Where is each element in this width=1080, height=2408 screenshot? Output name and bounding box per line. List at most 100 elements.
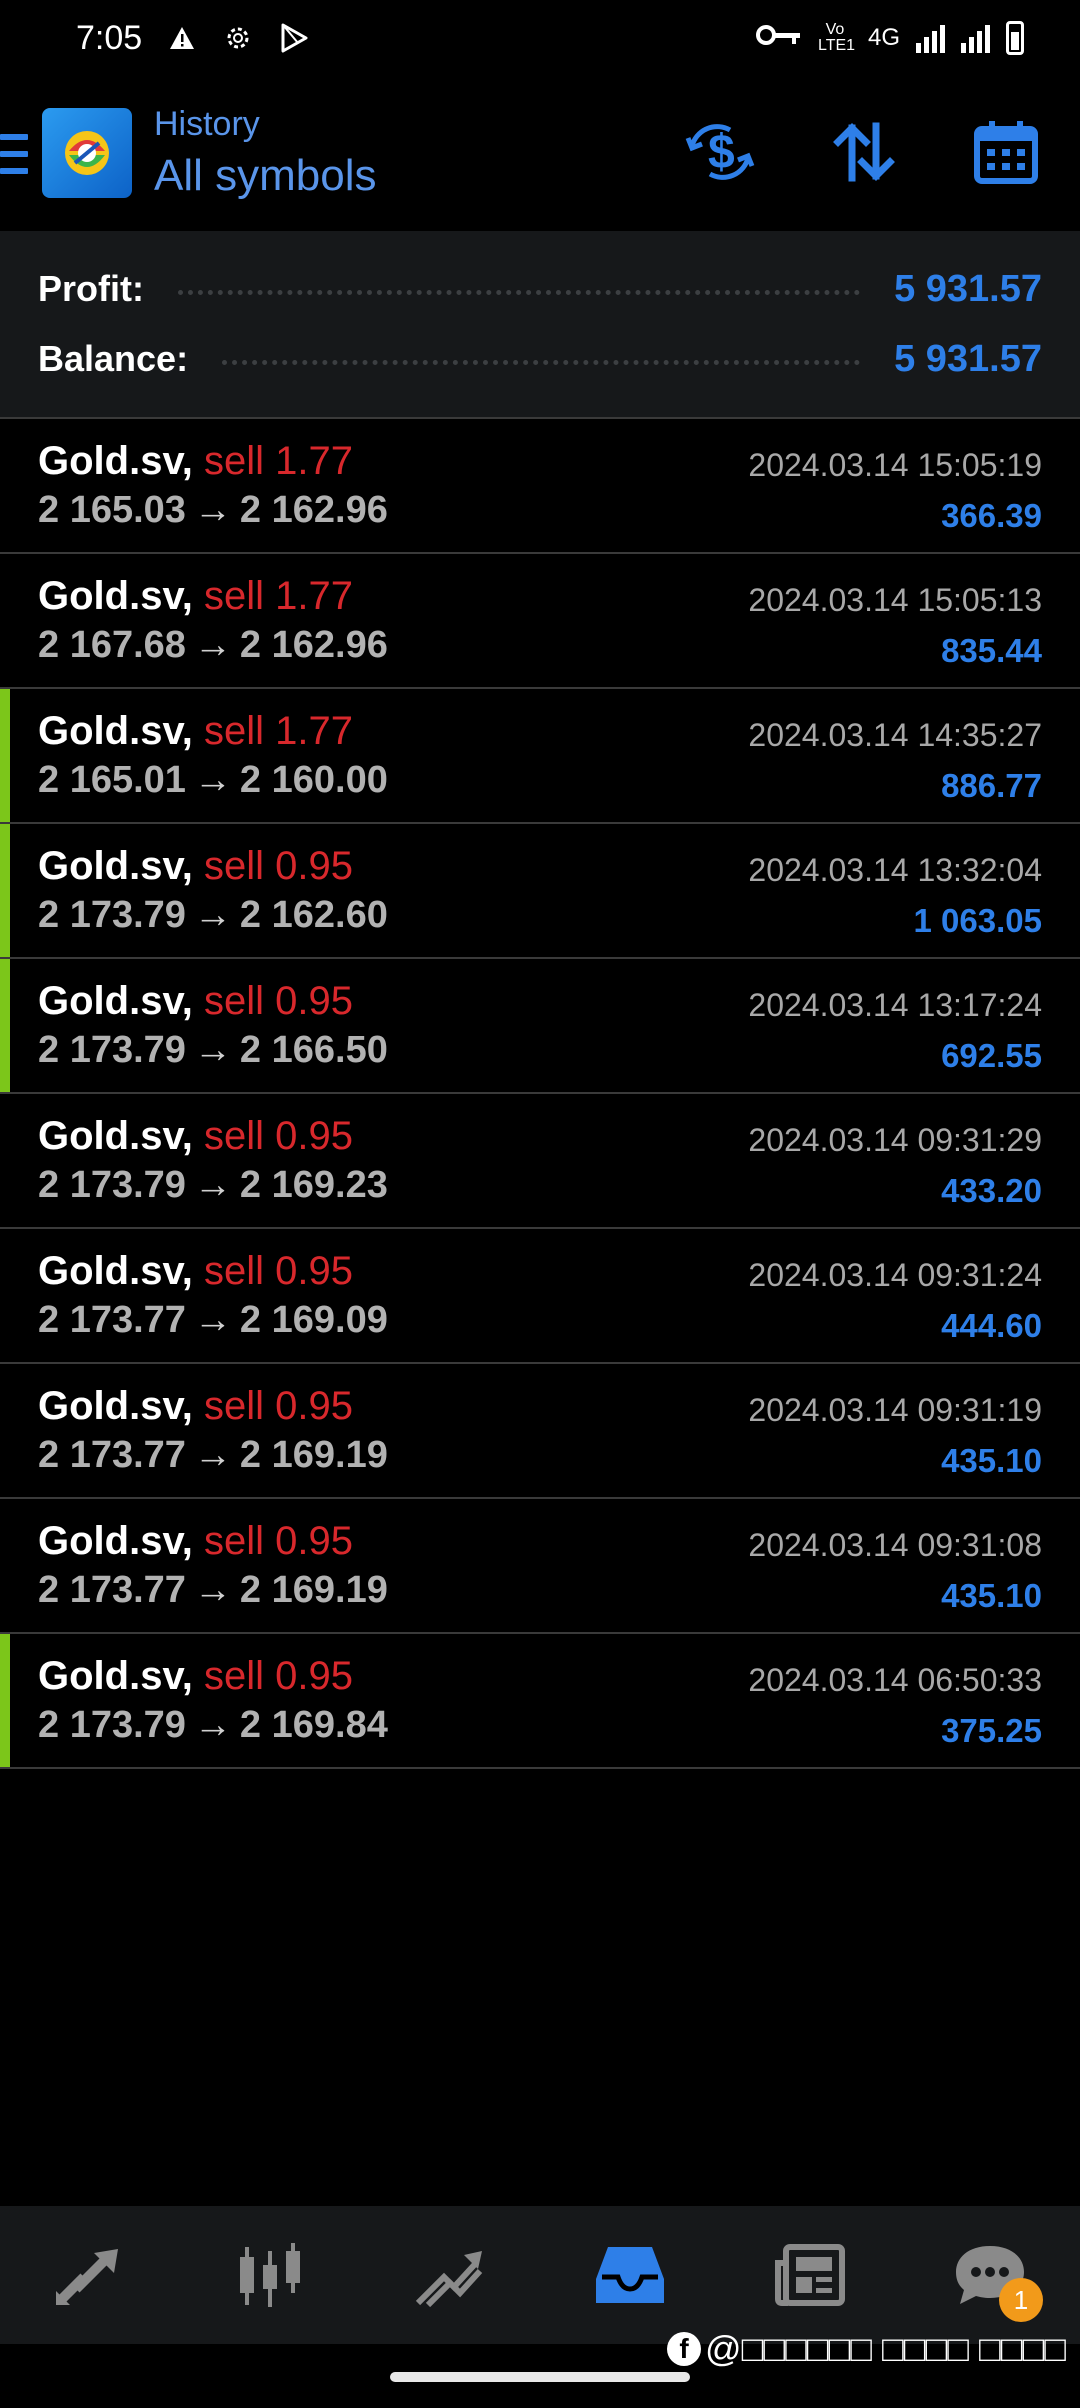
open-price: 2 173.79 bbox=[38, 1704, 186, 1746]
vpn-key-icon bbox=[755, 24, 802, 53]
header-titles: History All symbols bbox=[154, 102, 377, 206]
quotes-icon[interactable] bbox=[35, 2220, 145, 2330]
deal-symbol: Gold.sv, bbox=[38, 1519, 193, 1563]
deal-type: sell 0.95 bbox=[203, 844, 353, 888]
close-price: 2 160.00 bbox=[239, 759, 388, 801]
deal-profit: 692.55 bbox=[941, 1037, 1042, 1074]
battery-icon bbox=[1006, 21, 1024, 55]
open-price: 2 167.68 bbox=[38, 624, 186, 666]
deal-symbol: Gold.sv, bbox=[38, 439, 193, 483]
close-price: 2 169.19 bbox=[239, 1569, 388, 1611]
trade-icon[interactable] bbox=[395, 2220, 505, 2330]
page-title: History bbox=[154, 105, 260, 143]
deal-time: 2024.03.14 14:35:27 bbox=[748, 717, 1042, 753]
open-price: 2 173.77 bbox=[38, 1569, 186, 1611]
deal-time: 2024.03.14 09:31:24 bbox=[748, 1257, 1042, 1293]
balance-label: Balance: bbox=[38, 338, 189, 379]
home-indicator[interactable] bbox=[390, 2372, 690, 2382]
balance-value: 5 931.57 bbox=[894, 337, 1042, 380]
menu-icon[interactable] bbox=[0, 134, 28, 174]
close-price: 2 169.09 bbox=[239, 1299, 388, 1341]
deal-profit: 366.39 bbox=[941, 497, 1042, 534]
open-price: 2 173.79 bbox=[38, 894, 186, 936]
divider-dots bbox=[222, 359, 861, 365]
deal-time: 2024.03.14 15:05:19 bbox=[748, 447, 1042, 483]
deal-time: 2024.03.14 09:31:08 bbox=[748, 1527, 1042, 1563]
sort-icon[interactable] bbox=[828, 116, 900, 188]
news-icon[interactable] bbox=[755, 2220, 865, 2330]
settings-gear-icon bbox=[222, 22, 254, 54]
deal-profit: 886.77 bbox=[941, 767, 1042, 804]
deal-row[interactable]: Gold.sv, sell 0.95 2 173.79 → 2 169.84 202… bbox=[0, 1634, 1080, 1769]
deal-time: 2024.03.14 06:50:33 bbox=[748, 1662, 1042, 1698]
deal-row[interactable]: Gold.sv, sell 1.77 2 165.01 → 2 160.00 202… bbox=[0, 689, 1080, 824]
deal-symbol: Gold.sv, bbox=[38, 709, 193, 753]
arrow-right-icon: → bbox=[193, 489, 232, 531]
deal-row[interactable]: Gold.sv, sell 0.95 2 173.79 → 2 169.23 202… bbox=[0, 1094, 1080, 1229]
history-icon[interactable] bbox=[575, 2220, 685, 2330]
close-price: 2 169.23 bbox=[239, 1164, 388, 1206]
deal-row[interactable]: Gold.sv, sell 0.95 2 173.77 → 2 169.09 202… bbox=[0, 1229, 1080, 1364]
deal-row[interactable]: Gold.sv, sell 1.77 2 167.68 → 2 162.96 202… bbox=[0, 554, 1080, 689]
close-price: 2 169.84 bbox=[239, 1704, 388, 1746]
bottom-nav: 1 bbox=[0, 2206, 1080, 2344]
deal-time: 2024.03.14 13:32:04 bbox=[748, 852, 1042, 888]
deal-type: sell 0.95 bbox=[203, 1384, 353, 1428]
deal-type: sell 1.77 bbox=[203, 574, 353, 618]
network-label: 4G bbox=[867, 24, 900, 51]
profit-value: 5 931.57 bbox=[894, 267, 1042, 310]
volte-label: Vo LTE1 bbox=[817, 21, 856, 54]
arrow-right-icon: → bbox=[193, 624, 232, 666]
deal-type: sell 1.77 bbox=[203, 709, 353, 753]
deal-type: sell 0.95 bbox=[203, 1114, 353, 1158]
deal-profit: 835.44 bbox=[941, 632, 1042, 669]
open-price: 2 173.77 bbox=[38, 1434, 186, 1476]
currency-icon[interactable]: $ bbox=[684, 116, 756, 188]
deal-profit: 435.10 bbox=[941, 1577, 1042, 1614]
status-bar-left: 7:05 bbox=[76, 19, 310, 58]
deal-profit: 1 063.05 bbox=[913, 902, 1042, 939]
summary-panel: Profit: 5 931.57 Balance: 5 931.57 bbox=[0, 231, 1080, 419]
deal-time: 2024.03.14 15:05:13 bbox=[748, 582, 1042, 618]
arrow-right-icon: → bbox=[193, 1434, 232, 1476]
open-price: 2 173.79 bbox=[38, 1029, 186, 1071]
deal-type: sell 0.95 bbox=[203, 979, 353, 1023]
deal-row[interactable]: Gold.sv, sell 0.95 2 173.79 → 2 166.50 202… bbox=[0, 959, 1080, 1094]
deal-row[interactable]: Gold.sv, sell 0.95 2 173.77 → 2 169.19 202… bbox=[0, 1364, 1080, 1499]
profit-label: Profit: bbox=[38, 268, 144, 309]
calendar-icon[interactable] bbox=[970, 116, 1042, 188]
arrow-right-icon: → bbox=[193, 1704, 232, 1746]
facebook-icon: f bbox=[667, 2332, 702, 2366]
close-price: 2 166.50 bbox=[239, 1029, 388, 1071]
deal-profit: 433.20 bbox=[941, 1172, 1042, 1209]
signal-icon bbox=[916, 23, 945, 53]
open-price: 2 165.03 bbox=[38, 489, 186, 531]
deal-profit: 444.60 bbox=[941, 1307, 1042, 1344]
arrow-right-icon: → bbox=[193, 1029, 232, 1071]
deal-symbol: Gold.sv, bbox=[38, 979, 193, 1023]
arrow-right-icon: → bbox=[193, 1164, 232, 1206]
open-price: 2 173.77 bbox=[38, 1299, 186, 1341]
app-logo bbox=[42, 108, 132, 198]
deal-row[interactable]: Gold.sv, sell 0.95 2 173.77 → 2 169.19 202… bbox=[0, 1499, 1080, 1634]
close-price: 2 162.96 bbox=[239, 489, 388, 531]
divider-dots bbox=[177, 289, 861, 295]
status-bar: 7:05 Vo LTE1 4G bbox=[0, 0, 1080, 76]
watermark-text: @□□□□□□ □□□□ □□□□ bbox=[705, 2328, 1066, 2369]
deal-type: sell 0.95 bbox=[203, 1519, 353, 1563]
open-price: 2 165.01 bbox=[38, 759, 186, 801]
deals-list: Gold.sv, sell 1.77 2 165.03 → 2 162.96 202… bbox=[0, 419, 1080, 1769]
arrow-right-icon: → bbox=[193, 1569, 232, 1611]
open-price: 2 173.79 bbox=[38, 1164, 186, 1206]
messages-icon[interactable]: 1 bbox=[935, 2220, 1045, 2330]
deal-profit: 435.10 bbox=[941, 1442, 1042, 1479]
deal-row[interactable]: Gold.sv, sell 0.95 2 173.79 → 2 162.60 202… bbox=[0, 824, 1080, 959]
watermark: f @□□□□□□ □□□□ □□□□ bbox=[667, 2328, 1066, 2370]
deal-row[interactable]: Gold.sv, sell 1.77 2 165.03 → 2 162.96 202… bbox=[0, 419, 1080, 554]
svg-text:$: $ bbox=[708, 126, 735, 179]
symbol-filter[interactable]: All symbols bbox=[154, 146, 377, 206]
chart-icon[interactable] bbox=[215, 2220, 325, 2330]
deal-symbol: Gold.sv, bbox=[38, 1249, 193, 1293]
deal-type: sell 0.95 bbox=[203, 1654, 353, 1698]
close-price: 2 162.96 bbox=[239, 624, 388, 666]
